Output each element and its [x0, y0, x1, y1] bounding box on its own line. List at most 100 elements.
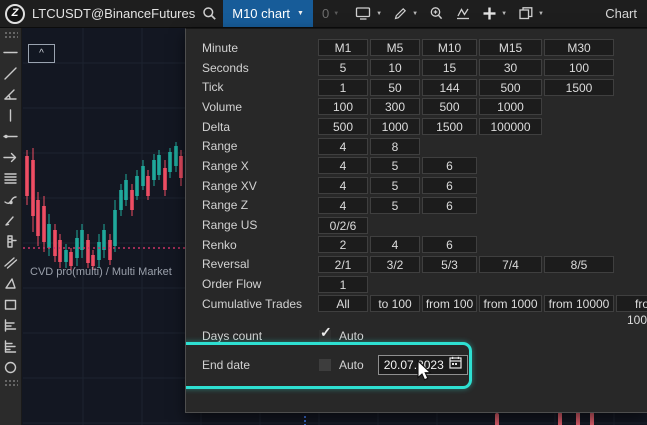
timeframe-cell[interactable]: 30	[479, 59, 542, 76]
vertical-line-tool[interactable]	[0, 105, 22, 126]
row-label: Order Flow	[186, 277, 318, 291]
timeframe-cell[interactable]: 2	[318, 236, 368, 253]
timeframe-cell[interactable]: 8	[370, 138, 420, 155]
timeframe-cell[interactable]: 500	[318, 118, 368, 135]
indicator-label: CVD pro(multi) / Multi Market	[30, 266, 172, 278]
timeframe-cell[interactable]: 6	[422, 197, 477, 214]
fixed-profile-tool[interactable]	[0, 336, 22, 357]
counter-dropdown[interactable]: 0	[322, 6, 329, 21]
timeframe-cell[interactable]: from 100	[422, 295, 477, 312]
collapse-chart-button[interactable]: ^	[28, 44, 55, 63]
timeframe-row: Delta50010001500100000	[186, 117, 647, 137]
auto-label: Auto	[339, 329, 364, 343]
timeframe-cell[interactable]: 5	[370, 157, 420, 174]
timeframe-cell[interactable]: from 100000	[616, 295, 647, 312]
timeframe-cell[interactable]: 100	[544, 59, 614, 76]
timeframe-cell[interactable]: M1	[318, 39, 368, 56]
timeframe-cell[interactable]: 4	[318, 177, 368, 194]
timeframe-cell[interactable]: 100000	[479, 118, 542, 135]
plus-icon[interactable]: ▼	[478, 0, 511, 27]
timeframe-cell[interactable]: 8/5	[544, 256, 614, 273]
timeframe-cell[interactable]: M5	[370, 39, 420, 56]
indicator-icon[interactable]	[451, 0, 475, 27]
sidebar-grip[interactable]	[4, 379, 18, 387]
timeframe-cell[interactable]: All	[318, 295, 368, 312]
end-date-auto-checkbox[interactable]	[319, 359, 331, 371]
layout-icon[interactable]: ▼	[514, 0, 548, 27]
timeframe-cell[interactable]: 144	[422, 79, 477, 96]
ellipse-tool[interactable]	[0, 357, 22, 378]
timeframe-cell[interactable]: 5	[318, 59, 368, 76]
trend-line-tool[interactable]	[0, 63, 22, 84]
timeframe-cell[interactable]: 100	[318, 98, 368, 115]
timeframe-cell[interactable]: 1000	[370, 118, 420, 135]
instrument-title: LTCUSDT@BinanceFutures	[32, 6, 195, 21]
ruler-tool[interactable]	[0, 231, 22, 252]
arrow-tool[interactable]	[0, 147, 22, 168]
days-count-auto-checkbox[interactable]	[319, 330, 331, 342]
rectangle-tool[interactable]	[0, 294, 22, 315]
timeframe-cell[interactable]: 300	[370, 98, 420, 115]
curve-tool[interactable]	[0, 189, 22, 210]
horizontal-line-tool[interactable]	[0, 42, 22, 63]
timeframe-cell[interactable]: 50	[370, 79, 420, 96]
timeframe-cell[interactable]: 4	[370, 236, 420, 253]
timeframe-cell[interactable]: 5	[370, 197, 420, 214]
chart-tab-label: Chart	[605, 6, 637, 21]
timeframe-cell[interactable]: 1500	[422, 118, 477, 135]
timeframe-cell[interactable]: 15	[422, 59, 477, 76]
chevron-down-icon: ▼	[333, 11, 339, 17]
timeframe-cell[interactable]: 10	[370, 59, 420, 76]
timeframe-cell[interactable]: 4	[318, 138, 368, 155]
timeframe-cell[interactable]: M10	[422, 39, 477, 56]
timeframe-cell[interactable]: 6	[422, 236, 477, 253]
timeframe-cell[interactable]: 500	[479, 79, 542, 96]
timeframe-cell[interactable]: to 100	[370, 295, 420, 312]
sidebar-grip[interactable]	[4, 31, 18, 39]
timeframe-cell[interactable]: 4	[318, 197, 368, 214]
timeframe-cell[interactable]: 1500	[544, 79, 614, 96]
volume-profile-tool[interactable]	[0, 315, 22, 336]
timeframe-dropdown-button[interactable]: M10 chart ▼	[223, 0, 313, 27]
timeframe-row: Order Flow1	[186, 274, 647, 294]
search-icon[interactable]	[202, 6, 217, 21]
chevron-down-icon: ▼	[538, 11, 544, 17]
ray-tool[interactable]	[0, 126, 22, 147]
timeframe-cell[interactable]: 6	[422, 177, 477, 194]
timeframe-cell[interactable]: 4	[318, 157, 368, 174]
timeframe-cell[interactable]: 1	[318, 79, 368, 96]
timeframe-cell[interactable]: from 10000	[544, 295, 614, 312]
zoom-in-icon[interactable]	[425, 0, 448, 27]
timeframe-cell[interactable]: 3/2	[370, 256, 420, 273]
timeframe-cell[interactable]: 5/3	[422, 256, 477, 273]
timeframe-row: Range XV456	[186, 176, 647, 196]
end-date-field[interactable]: 20.07.2023	[378, 355, 468, 375]
row-label: Range	[186, 139, 318, 153]
timeframe-cell[interactable]: 0/2/6	[318, 217, 368, 234]
triangle-tool[interactable]	[0, 273, 22, 294]
pencil-icon[interactable]: ▼	[389, 0, 422, 27]
timeframe-cell[interactable]: 7/4	[479, 256, 542, 273]
timeframe-row: Reversal2/13/25/37/48/5	[186, 255, 647, 275]
levels-tool[interactable]	[0, 168, 22, 189]
top-toolbar: Z LTCUSDT@BinanceFutures M10 chart ▼ 0 ▼…	[0, 0, 647, 28]
timeframe-cell[interactable]: M30	[544, 39, 614, 56]
calendar-icon[interactable]	[449, 356, 462, 374]
timeframe-cell[interactable]: 6	[422, 157, 477, 174]
timeframe-cell[interactable]: M15	[479, 39, 542, 56]
timeframe-row: Seconds5101530100	[186, 58, 647, 78]
timeframe-cell[interactable]: 1	[318, 276, 368, 293]
timeframe-row: Cumulative TradesAllto 100from 100from 1…	[186, 294, 647, 314]
bottom-candle-wicks	[305, 412, 592, 425]
parallel-channel-tool[interactable]	[0, 252, 22, 273]
row-label: Range X	[186, 159, 318, 173]
timeframe-cell[interactable]: 5	[370, 177, 420, 194]
angle-tool[interactable]	[0, 84, 22, 105]
timeframe-cell[interactable]: 1000	[479, 98, 542, 115]
timeframe-dropdown-panel: MinuteM1M5M10M15M30Seconds5101530100Tick…	[185, 28, 647, 413]
timeframe-cell[interactable]: 500	[422, 98, 477, 115]
monitor-icon[interactable]: ▼	[351, 0, 386, 27]
timeframe-cell[interactable]: 2/1	[318, 256, 368, 273]
brush-tool[interactable]	[0, 210, 22, 231]
timeframe-cell[interactable]: from 1000	[479, 295, 542, 312]
